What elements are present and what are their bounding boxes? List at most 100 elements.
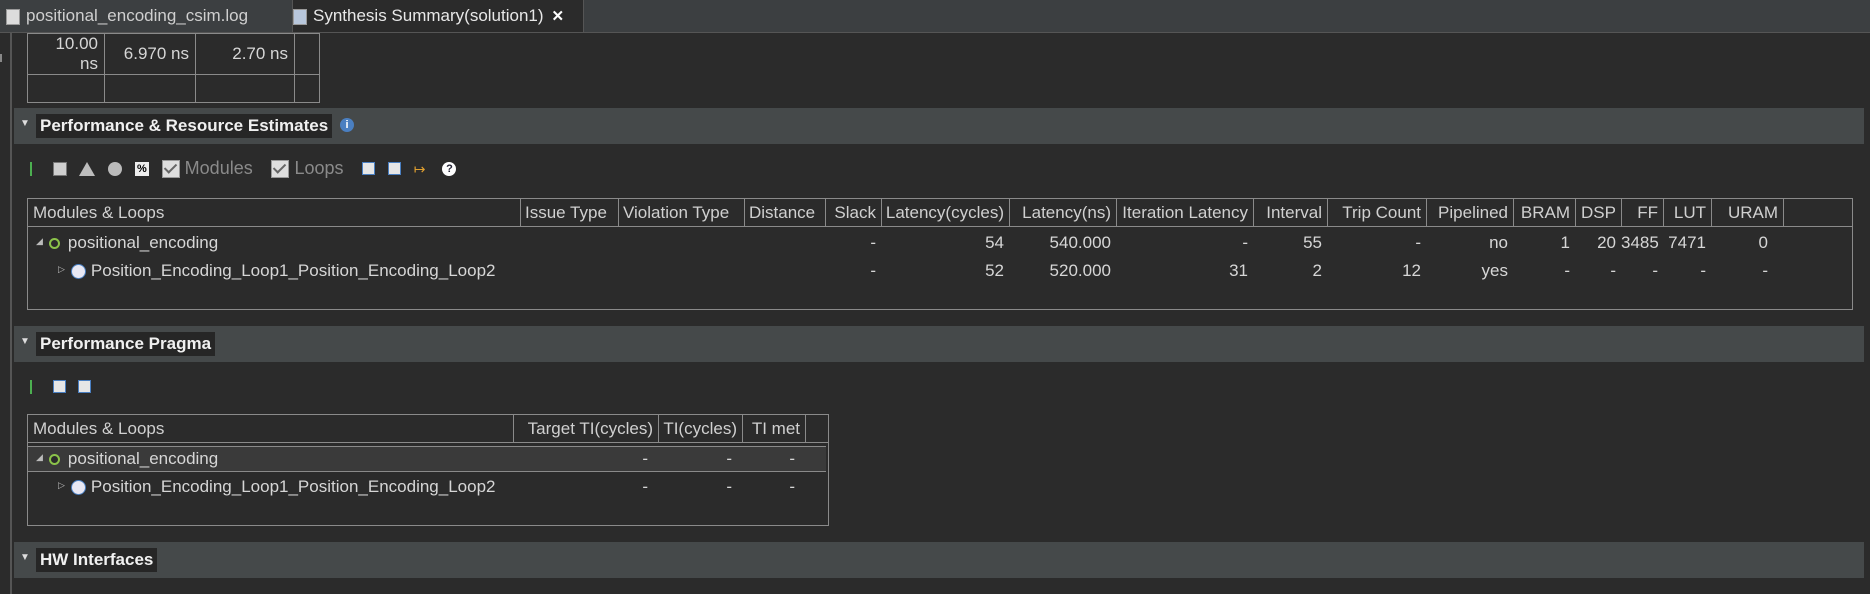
table-cell: 55 [1303,233,1322,252]
table-cell: - [789,477,795,496]
table-cell: 7471 [1668,233,1706,252]
column-header[interactable]: Issue Type [520,199,619,226]
tab-csim-log[interactable]: positional_encoding_csim.log [6,0,286,32]
tree-view-icon[interactable] [30,161,40,176]
table-cell: 2 [1312,261,1322,280]
expand-icon[interactable]: ▷ [58,264,65,274]
column-header[interactable]: Iteration Latency [1116,199,1254,226]
collapse-icon[interactable]: ▼ [20,336,30,347]
column-header[interactable]: Trip Count [1327,199,1427,226]
table-cell: 1 [1560,233,1570,252]
checkbox-icon[interactable] [271,160,290,179]
table-cell [195,74,295,103]
table-cell: 52 [985,261,1004,280]
column-header[interactable]: Modules & Loops [28,415,514,442]
expand-icon[interactable]: ◢ [36,236,43,246]
help-icon[interactable]: ? [442,161,457,176]
column-header[interactable]: URAM [1711,199,1784,226]
table-cell: 20 [1597,233,1616,252]
table-cell: 6.970 ns [104,33,196,75]
column-header[interactable]: LUT [1663,199,1712,226]
section-header-hw-interfaces[interactable]: ▼ HW Interfaces [14,542,1864,578]
section-header-pragma[interactable]: ▼ Performance Pragma [14,326,1864,362]
row-name: ▷ Position_Encoding_Loop1_Position_Encodi… [58,475,495,499]
loop-icon [70,264,86,280]
table-cell: - [789,449,795,468]
warning-filter-icon[interactable] [79,161,96,176]
export-icon[interactable]: ↦ [414,162,430,176]
module-dot-icon [48,238,60,250]
column-header[interactable]: Latency(ns) [1009,199,1117,226]
table-cell: yes [1481,261,1508,280]
table-cell: - [1242,233,1248,252]
table-cell: 2.70 ns [195,33,295,75]
pragma-toolbar [30,376,99,400]
column-header[interactable]: Latency(cycles) [881,199,1010,226]
table-cell: - [870,261,876,280]
section-title: Performance Pragma [36,332,216,356]
row-name: ◢ positional_encoding [36,447,218,471]
collapse-icon[interactable]: ▼ [20,552,30,563]
collapse-all-icon[interactable] [78,380,92,394]
table-cell: - [1700,261,1706,280]
table-cell: - [1564,261,1570,280]
table-cell [294,74,320,103]
expand-all-icon[interactable] [52,380,66,394]
report-icon [293,8,307,25]
loop-name: Position_Encoding_Loop1_Position_Encodin… [90,261,496,280]
column-header[interactable]: Modules & Loops [28,199,521,226]
tree-view-icon[interactable] [30,379,40,394]
column-header[interactable]: TI(cycles) [658,415,743,442]
tab-label: positional_encoding_csim.log [26,6,249,25]
table-row[interactable]: ▷ Position_Encoding_Loop1_Position_Encodi… [28,475,826,499]
left-border [10,32,12,594]
timing-icon[interactable] [108,161,123,176]
file-icon [6,8,20,25]
pragma-table: Modules & Loops Target TI(cycles) TI(cyc… [27,414,829,526]
perf-toolbar: % Modules Loops ↦ ? [30,158,464,182]
table-cell [104,74,196,103]
close-icon[interactable]: ✕ [552,8,565,25]
column-header[interactable]: Slack [825,199,882,226]
percent-icon[interactable]: % [134,161,149,176]
column-header[interactable]: Target TI(cycles) [513,415,659,442]
side-marker [0,54,2,62]
expand-all-icon[interactable] [362,162,376,176]
column-header[interactable]: DSP [1575,199,1622,226]
column-header[interactable]: BRAM [1513,199,1576,226]
table-row[interactable]: ▷ Position_Encoding_Loop1_Position_Encodi… [28,259,1852,283]
expand-icon[interactable]: ◢ [36,452,43,462]
table-cell: - [642,449,648,468]
expand-icon[interactable]: ▷ [58,480,65,490]
module-name: positional_encoding [67,233,219,252]
tab-synthesis-summary[interactable]: Synthesis Summary(solution1) ✕ [292,0,584,32]
loops-checkbox[interactable]: Loops [271,158,344,179]
column-header[interactable]: TI met [742,415,806,442]
modules-label: Modules [184,158,253,179]
table-cell: - [1610,261,1616,280]
table-cell: 54 [985,233,1004,252]
table-cell: - [1762,261,1768,280]
tab-label: Synthesis Summary(solution1) [313,6,544,25]
column-header[interactable]: Distance [744,199,826,226]
section-header-performance[interactable]: ▼ Performance & Resource Estimates i [14,108,1864,144]
resource-icon[interactable] [52,161,67,176]
table-cell: - [642,477,648,496]
table-cell: - [726,449,732,468]
column-header[interactable]: FF [1621,199,1664,226]
table-header: Modules & Loops Issue Type Violation Typ… [28,199,1852,227]
table-row [27,74,320,103]
table-row[interactable]: ◢ positional_encoding - 54 540.000 - 55 -… [28,231,1852,255]
table-cell: - [1415,233,1421,252]
table-row[interactable]: ◢ positional_encoding - - - [28,446,826,472]
section-title: Performance & Resource Estimates [36,114,333,138]
column-header[interactable]: Pipelined [1426,199,1514,226]
column-header[interactable]: Violation Type [618,199,745,226]
table-cell: - [870,233,876,252]
checkbox-icon[interactable] [161,160,180,179]
column-header[interactable]: Interval [1253,199,1328,226]
info-icon[interactable]: i [340,118,354,132]
collapse-all-icon[interactable] [387,162,401,176]
collapse-icon[interactable]: ▼ [20,118,30,129]
modules-checkbox[interactable]: Modules [161,158,253,179]
